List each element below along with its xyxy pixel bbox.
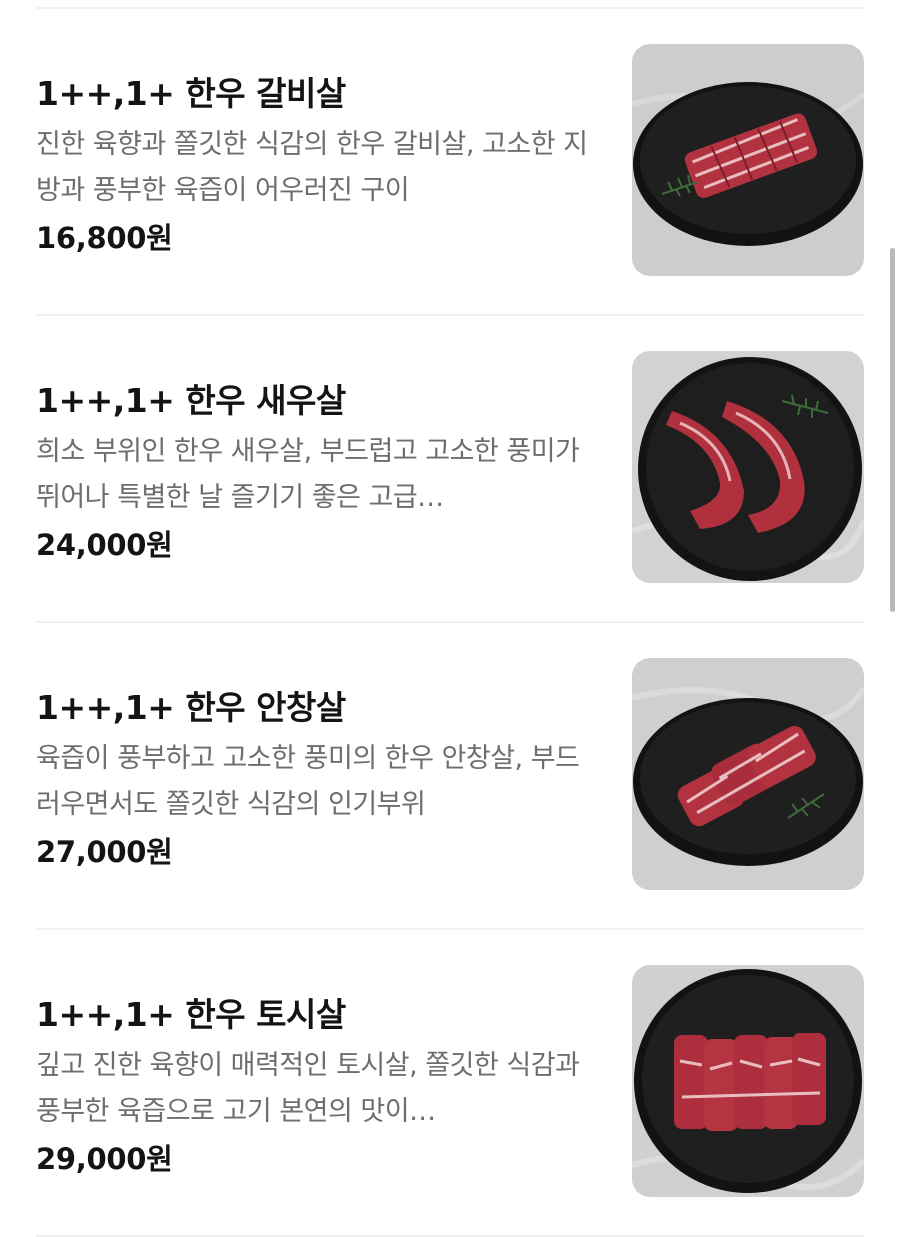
menu-item-galbisal[interactable]: 1++,1+ 한우 갈비살 진한 육향과 쫄깃한 식감의 한우 갈비살, 고소한… [36, 9, 864, 314]
menu-list: 1++,1+ 한우 갈비살 진한 육향과 쫄깃한 식감의 한우 갈비살, 고소한… [36, 0, 864, 1237]
menu-item-text: 1++,1+ 한우 토시살 깊고 진한 육향이 매력적인 토시살, 쫄깃한 식감… [36, 992, 596, 1183]
menu-item-title: 1++,1+ 한우 토시살 [36, 995, 346, 1034]
menu-item-description: 육즙이 풍부하고 고소한 풍미의 한우 안창살, 부드러우면서도 쫄깃한 식감의… [36, 743, 580, 820]
menu-item-price: 29,000원 [36, 1142, 173, 1176]
menu-item-text: 1++,1+ 한우 갈비살 진한 육향과 쫄깃한 식감의 한우 갈비살, 고소한… [36, 71, 596, 262]
menu-item-description: 깊고 진한 육향이 매력적인 토시살, 쫄깃한 식감과 풍부한 육즙으로 고기 … [36, 1050, 580, 1127]
menu-item-title: 1++,1+ 한우 새우살 [36, 381, 346, 420]
menu-item-description: 희소 부위인 한우 새우살, 부드럽고 고소한 풍미가 뛰어나 특별한 날 즐기… [36, 436, 580, 513]
menu-item-tosisal[interactable]: 1++,1+ 한우 토시살 깊고 진한 육향이 매력적인 토시살, 쫄깃한 식감… [36, 930, 864, 1235]
menu-item-text: 1++,1+ 한우 안창살 육즙이 풍부하고 고소한 풍미의 한우 안창살, 부… [36, 685, 596, 876]
menu-item-anchangsal[interactable]: 1++,1+ 한우 안창살 육즙이 풍부하고 고소한 풍미의 한우 안창살, 부… [36, 623, 864, 928]
menu-item-saeusal[interactable]: 1++,1+ 한우 새우살 희소 부위인 한우 새우살, 부드럽고 고소한 풍미… [36, 316, 864, 621]
menu-item-description: 진한 육향과 쫄깃한 식감의 한우 갈비살, 고소한 지방과 풍부한 육즙이 어… [36, 129, 588, 206]
menu-item-title: 1++,1+ 한우 안창살 [36, 688, 346, 727]
menu-item-title: 1++,1+ 한우 갈비살 [36, 74, 346, 113]
scrollbar[interactable] [890, 248, 895, 612]
menu-item-image[interactable] [632, 658, 864, 890]
menu-item-price: 27,000원 [36, 835, 173, 869]
menu-item-text: 1++,1+ 한우 새우살 희소 부위인 한우 새우살, 부드럽고 고소한 풍미… [36, 378, 596, 569]
menu-item-price: 24,000원 [36, 528, 173, 562]
menu-item-price: 16,800원 [36, 221, 173, 255]
menu-item-image[interactable] [632, 351, 864, 583]
menu-item-image[interactable] [632, 44, 864, 276]
menu-item-image[interactable] [632, 965, 864, 1197]
